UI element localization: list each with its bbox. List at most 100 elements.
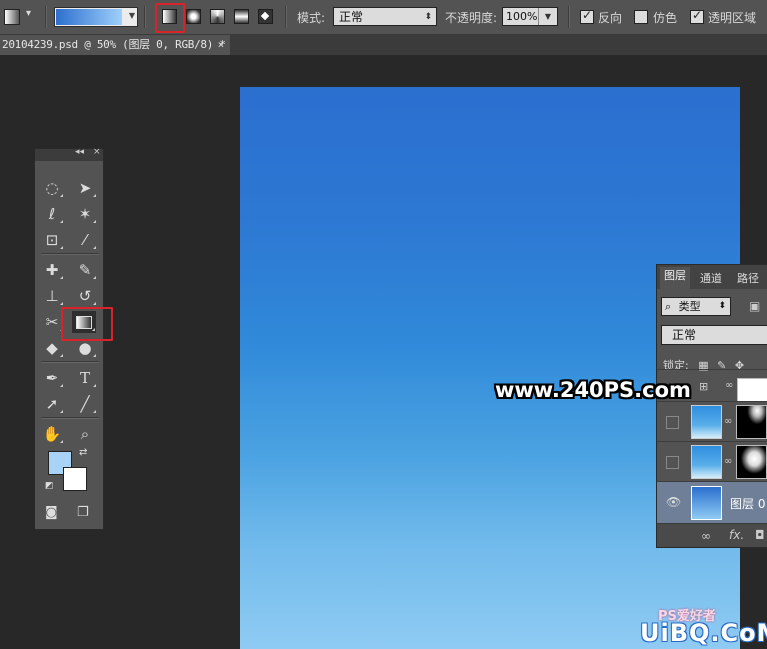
opacity-label: 不透明度: xyxy=(445,11,498,25)
link-icon: ∞ xyxy=(725,380,734,391)
layer-mask-thumbnail[interactable] xyxy=(736,405,767,439)
chevron-down-icon[interactable]: ▾ xyxy=(26,8,31,19)
opacity-value: 100% xyxy=(506,10,538,23)
adjustment-icon: ⊞ xyxy=(699,380,709,393)
close-icon[interactable]: × xyxy=(218,35,225,55)
swap-colors-icon[interactable]: ⇄ xyxy=(79,447,87,458)
close-icon[interactable]: × xyxy=(93,147,101,157)
marquee-tool[interactable]: ◌ xyxy=(40,177,64,199)
linear-gradient-button[interactable] xyxy=(162,9,177,24)
updown-arrow-icon: ⬍ xyxy=(718,301,726,311)
history-brush-tool[interactable]: ↺ xyxy=(73,285,97,307)
divider xyxy=(41,253,99,255)
background-color-swatch[interactable] xyxy=(63,467,87,491)
link-icon[interactable]: ∞ xyxy=(724,416,732,427)
zoom-tool[interactable]: ⌕ xyxy=(73,423,97,445)
reverse-label: 反向 xyxy=(598,11,623,25)
layer-row[interactable]: ∞ xyxy=(657,441,767,482)
magic-wand-tool[interactable]: ✶ xyxy=(73,203,97,225)
document-tab-bar: 20104239.psd @ 50% (图层 0, RGB/8) * × xyxy=(0,35,767,55)
healing-brush-tool[interactable]: ✚ xyxy=(40,259,64,281)
collapse-icon[interactable]: ◂◂ xyxy=(75,147,84,157)
tab-layers[interactable]: 图层 xyxy=(660,267,690,289)
layer-thumbnail[interactable] xyxy=(691,445,722,479)
clone-stamp-tool[interactable]: ⊥ xyxy=(40,285,64,307)
add-mask-icon[interactable]: ◘ xyxy=(755,528,765,542)
dodge-tool[interactable]: ● xyxy=(73,337,97,359)
reflected-gradient-button[interactable] xyxy=(234,9,249,24)
blend-mode-value: 正常 xyxy=(672,328,697,342)
type-tool-glyph: T xyxy=(79,369,90,387)
angle-gradient-button[interactable] xyxy=(210,9,225,24)
image-filter-icon[interactable]: ▣ xyxy=(749,299,760,313)
blur-tool[interactable]: ◆ xyxy=(40,337,64,359)
layer-thumbnail[interactable] xyxy=(691,405,722,439)
kind-filter-label: 类型 xyxy=(678,300,701,313)
opacity-input[interactable]: 100% ▼ xyxy=(502,7,558,26)
layers-panel-footer: ∞ fx. ◘ xyxy=(657,523,767,547)
divider xyxy=(285,6,287,28)
reverse-checkbox[interactable] xyxy=(580,8,594,24)
updown-arrow-icon: ⬍ xyxy=(424,12,432,22)
tab-paths[interactable]: 路径 xyxy=(737,270,759,286)
path-selection-tool[interactable]: ➚ xyxy=(40,393,64,415)
tools-panel: ◂◂ × ◌ ➤ ℓ ✶ ⊡ ⁄ ✚ ✎ ⊥ ↺ ✂ ◆ ● ✒ T ➚ ╱ ✋… xyxy=(34,147,113,530)
radial-gradient-button[interactable] xyxy=(186,9,201,24)
mode-select[interactable]: 正常 ⬍ xyxy=(333,7,437,26)
move-tool[interactable]: ➤ xyxy=(73,177,97,199)
chevron-down-icon[interactable]: ▼ xyxy=(538,8,557,25)
mode-value: 正常 xyxy=(339,10,364,24)
line-tool[interactable]: ╱ xyxy=(73,393,97,415)
eyedropper-tool[interactable]: ⁄ xyxy=(73,229,97,251)
pen-tool[interactable]: ✒ xyxy=(40,367,64,389)
link-layers-icon[interactable]: ∞ xyxy=(701,529,711,543)
dither-checkbox[interactable] xyxy=(634,10,648,24)
layer-name[interactable]: 图层 0 xyxy=(730,495,765,512)
quick-mask-icon[interactable]: ◙ xyxy=(45,505,58,520)
kind-filter-select[interactable]: ⌕ 类型 ⬍ xyxy=(661,297,731,316)
dither-label: 仿色 xyxy=(653,11,678,25)
fx-button[interactable]: fx. xyxy=(729,528,744,542)
layer-mask-thumbnail[interactable] xyxy=(737,378,767,402)
type-tool[interactable]: T xyxy=(73,367,97,389)
lasso-tool[interactable]: ℓ xyxy=(40,203,64,225)
visibility-toggle[interactable] xyxy=(666,416,679,429)
layers-panel-tabs: 图层 通道 路径 xyxy=(657,265,767,289)
transparency-label: 透明区域 xyxy=(708,11,757,25)
layer-row[interactable]: 👁 图层 0 xyxy=(657,481,767,524)
layer-mask-thumbnail[interactable] xyxy=(736,445,767,479)
diamond-gradient-button[interactable] xyxy=(258,9,273,24)
tool-preset-picker[interactable] xyxy=(4,9,20,25)
divider xyxy=(41,361,99,363)
divider xyxy=(41,417,99,419)
gradient-tool[interactable] xyxy=(72,311,96,333)
transparency-checkbox[interactable] xyxy=(690,8,704,24)
mode-label: 模式: xyxy=(297,11,326,25)
screen-mode-icon[interactable]: ❐ xyxy=(77,505,89,520)
site-logo-watermark: PS爱好者 UiBQ.CoM xyxy=(640,605,767,649)
default-colors-icon[interactable]: ◩ xyxy=(45,481,54,491)
eye-icon[interactable]: 👁 xyxy=(666,495,681,509)
logo-text: UiBQ.CoM xyxy=(640,619,767,647)
layer-row[interactable]: ∞ xyxy=(657,401,767,442)
chevron-down-icon[interactable]: ▼ xyxy=(129,11,135,20)
document-tab[interactable]: 20104239.psd @ 50% (图层 0, RGB/8) * × xyxy=(0,35,230,55)
hand-tool[interactable]: ✋ xyxy=(40,423,64,445)
link-icon[interactable]: ∞ xyxy=(724,456,732,467)
gradient-icon xyxy=(76,316,92,329)
blend-mode-select[interactable]: 正常 xyxy=(661,325,767,345)
tools-panel-titlebar[interactable]: ◂◂ × xyxy=(35,147,103,161)
divider xyxy=(568,6,570,28)
brush-tool[interactable]: ✎ xyxy=(73,259,97,281)
crop-tool[interactable]: ⊡ xyxy=(40,229,64,251)
visibility-toggle[interactable] xyxy=(666,456,679,469)
divider xyxy=(45,6,47,28)
gradient-swatch[interactable] xyxy=(56,9,122,25)
watermark-url: www.240PS.com xyxy=(495,378,691,402)
document-tab-title: 20104239.psd @ 50% (图层 0, RGB/8) * xyxy=(2,38,226,51)
gradient-picker[interactable]: ▼ xyxy=(54,7,138,27)
layer-thumbnail[interactable] xyxy=(691,486,722,520)
options-bar: ▾ ▼ 模式: 正常 ⬍ 不透明度: 100% ▼ 反向 仿色 透明区域 xyxy=(0,0,767,35)
tab-channels[interactable]: 通道 xyxy=(700,270,722,286)
search-icon: ⌕ xyxy=(665,300,672,313)
